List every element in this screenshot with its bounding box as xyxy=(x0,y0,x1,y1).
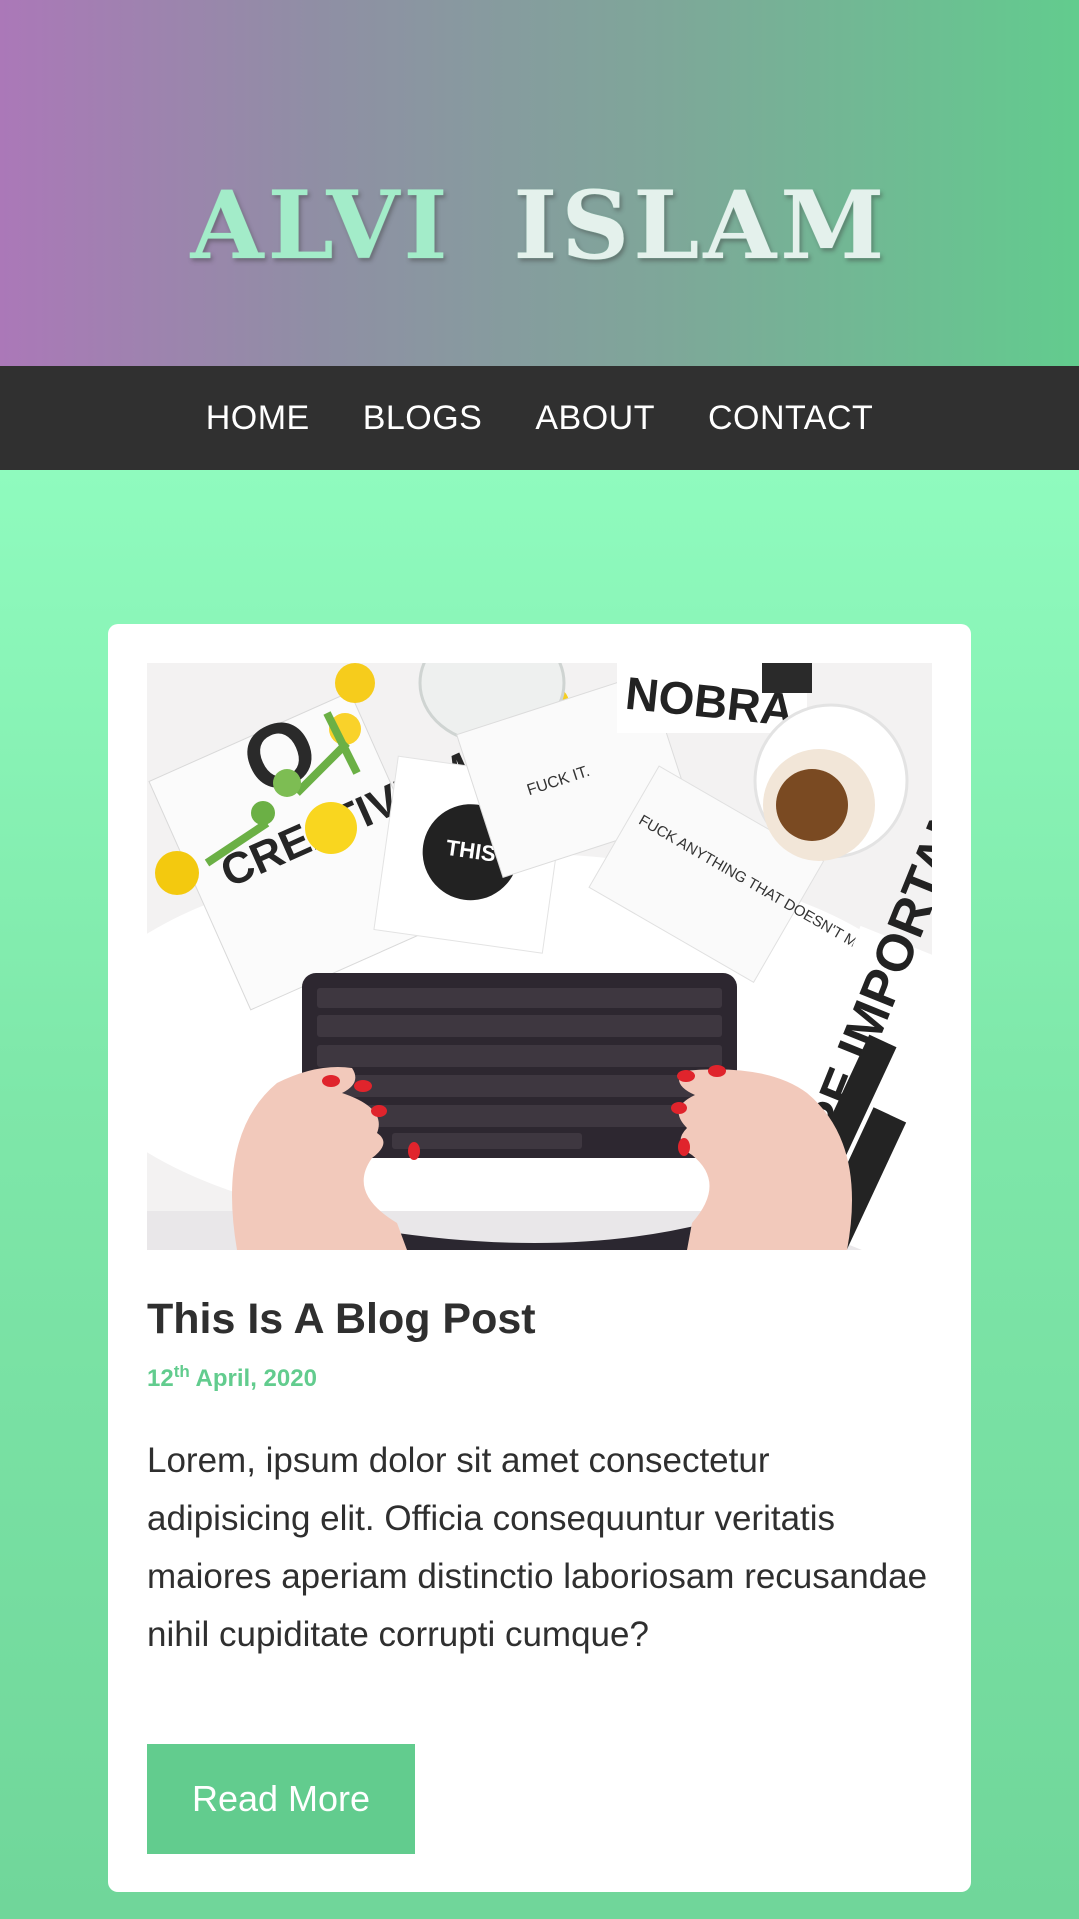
post-date-suffix: th xyxy=(173,1362,190,1381)
post-title: This Is A Blog Post xyxy=(147,1295,536,1343)
post-excerpt: Lorem, ipsum dolor sit amet consectetur … xyxy=(147,1441,928,1654)
blog-post-image: CREATIVE MESS O THIS IS IT xyxy=(147,663,932,1250)
nav-link-about[interactable]: ABOUT xyxy=(535,399,655,438)
site-header: ALVI ISLAM xyxy=(0,0,1079,366)
main-nav: HOME BLOGS ABOUT CONTACT xyxy=(0,366,1079,470)
nav-link-blogs[interactable]: BLOGS xyxy=(363,399,483,438)
post-date: 12th April, 2020 xyxy=(147,1362,317,1393)
desk-photo-illustration: CREATIVE MESS O THIS IS IT xyxy=(147,663,932,1250)
site-title-first-word: ALVI xyxy=(190,170,452,281)
post-date-rest: April, 2020 xyxy=(189,1365,317,1392)
post-date-day: 12 xyxy=(147,1365,174,1392)
read-more-button[interactable]: Read More xyxy=(147,1744,415,1854)
blog-post-card: CREATIVE MESS O THIS IS IT xyxy=(108,624,971,1892)
nav-link-home[interactable]: HOME xyxy=(206,399,310,438)
site-title-second-word: ISLAM xyxy=(513,170,889,281)
site-title: ALVI ISLAM xyxy=(0,179,1079,273)
nav-link-contact[interactable]: CONTACT xyxy=(708,399,873,438)
